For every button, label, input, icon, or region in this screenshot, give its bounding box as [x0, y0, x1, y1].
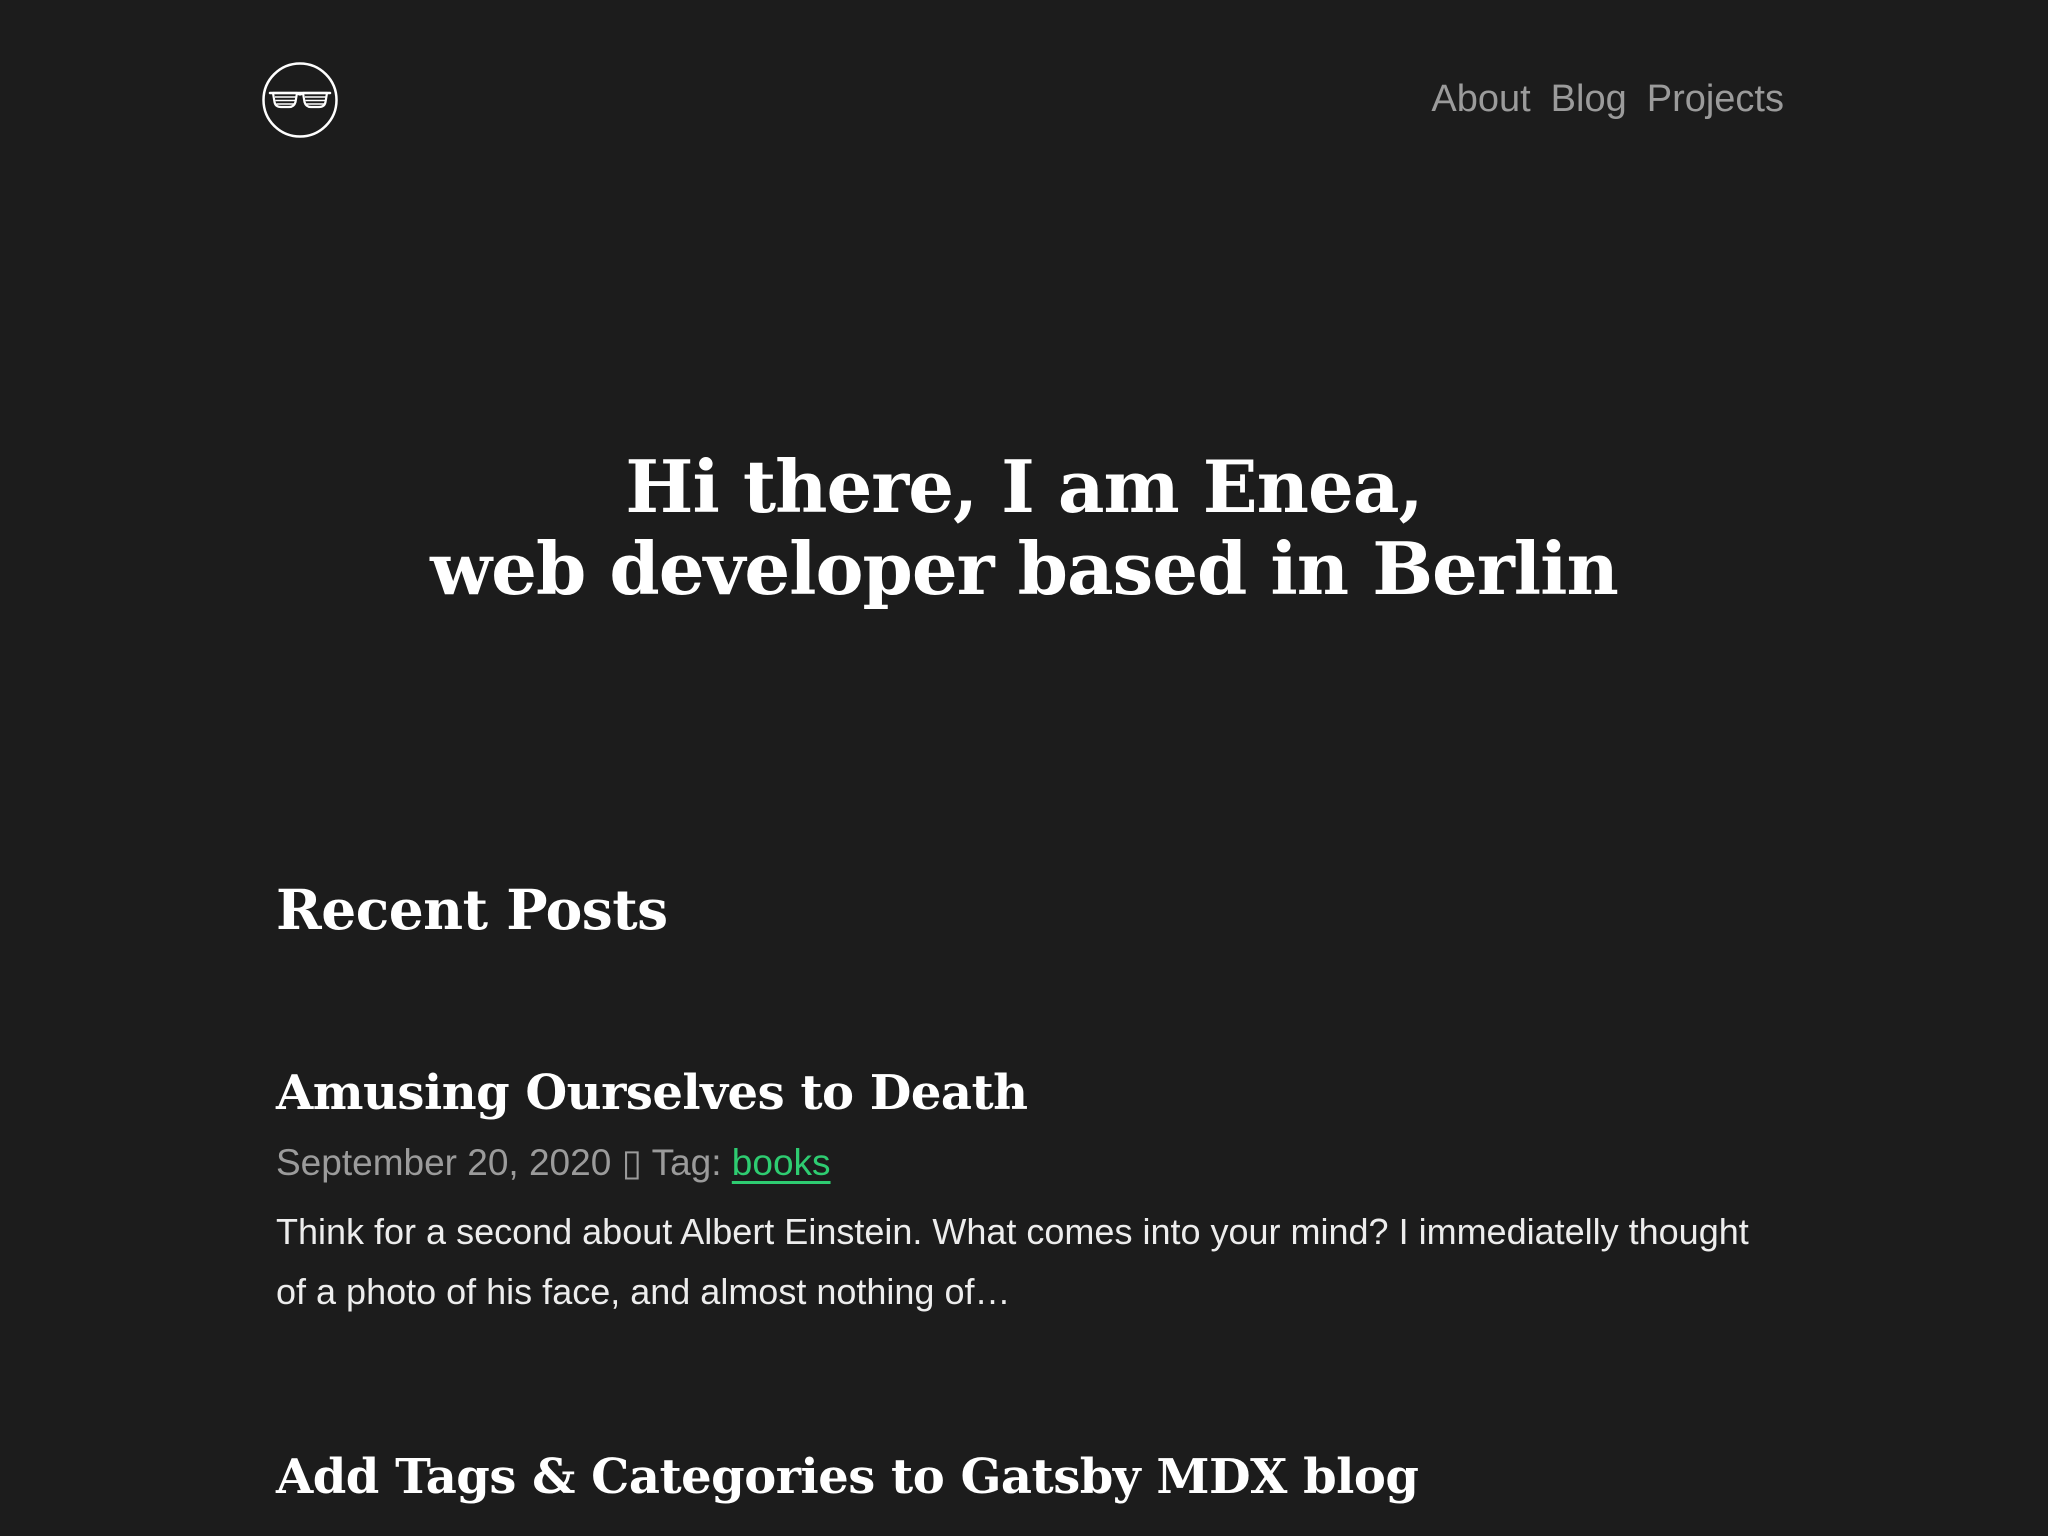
- nav-projects-link[interactable]: Projects: [1647, 80, 1784, 118]
- sunglasses-logo-icon[interactable]: [262, 62, 338, 138]
- hero-heading: Hi there, I am Enea, web developer based…: [0, 446, 2048, 610]
- nav-about-link[interactable]: About: [1431, 80, 1530, 118]
- hero-line-1: Hi there, I am Enea,: [625, 444, 1423, 529]
- post-meta: September 20, 2020 ▯ Tag: books: [276, 1141, 1786, 1185]
- post-excerpt: Think for a second about Albert Einstein…: [276, 1210, 1749, 1312]
- post-title-link[interactable]: Amusing Ourselves to Death: [276, 1065, 1786, 1121]
- nav-blog-link[interactable]: Blog: [1551, 80, 1627, 118]
- main-nav: About Blog Projects: [1431, 80, 1784, 118]
- tag-books-link[interactable]: books: [732, 1142, 831, 1183]
- meta-separator: ▯: [621, 1142, 642, 1184]
- hero-line-2: web developer based in Berlin: [430, 526, 1619, 611]
- post-date: September 20, 2020: [276, 1142, 612, 1184]
- post-item: Add Tags & Categories to Gatsby MDX blog: [276, 1449, 1786, 1505]
- recent-posts-heading: Recent Posts: [276, 877, 668, 942]
- post-item: Amusing Ourselves to Death September 20,…: [276, 1065, 1786, 1358]
- site-header: About Blog Projects: [262, 62, 1784, 138]
- post-title-link[interactable]: Add Tags & Categories to Gatsby MDX blog: [276, 1449, 1786, 1505]
- tag-label: Tag:: [651, 1142, 722, 1184]
